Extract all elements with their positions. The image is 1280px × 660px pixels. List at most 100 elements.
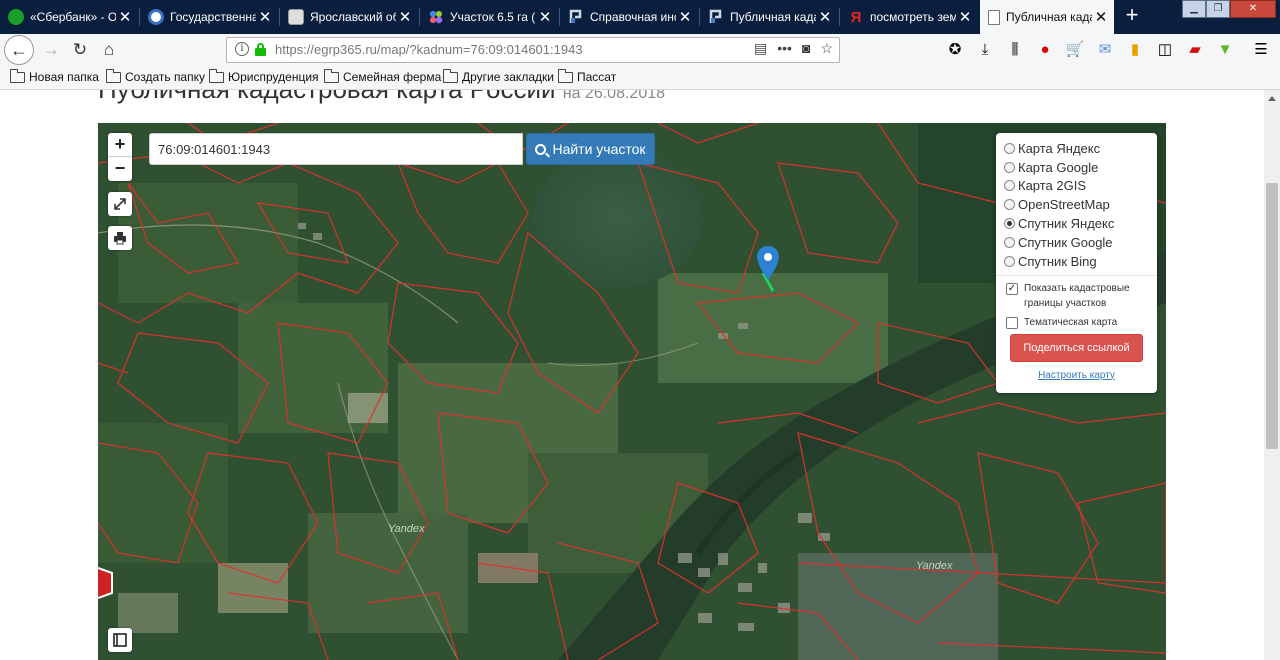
radio-button[interactable] — [1004, 236, 1015, 248]
tab-yandex-search[interactable]: Я посмотреть зем ✕ — [840, 3, 978, 31]
yandex-watermark: Yandex — [916, 560, 953, 572]
radio-button[interactable] — [1004, 180, 1015, 192]
checkbox-checked[interactable]: ✓ — [1006, 282, 1018, 295]
radio-button[interactable] — [1004, 255, 1015, 267]
document-icon — [988, 9, 1000, 25]
yandex-icon: Я — [850, 8, 862, 26]
folder-icon — [106, 68, 121, 83]
url-text[interactable]: https://egrp365.ru/map/?kadnum=76:09:014… — [275, 42, 583, 57]
checkbox[interactable] — [1006, 316, 1018, 329]
forward-arrow-icon[interactable]: → — [38, 38, 64, 62]
bookmark-flag-icon[interactable]: ▮ — [1124, 38, 1146, 62]
layer-label: Карта Яндекс — [1018, 140, 1101, 156]
page-title-text: Публичная кадастровая карта России — [98, 90, 556, 104]
layer-switcher-panel: Карта Яндекс Карта Google Карта 2GIS Ope… — [996, 133, 1157, 393]
tab-title: Участок 6.5 га ( — [450, 10, 536, 24]
tab-sberbank[interactable]: «Сбербанк» - О ✕ — [0, 3, 138, 31]
legend-button[interactable] — [108, 628, 132, 652]
bookmark-label: Другие закладки — [462, 70, 554, 84]
tab-close-icon[interactable]: ✕ — [396, 8, 414, 26]
tab-title: Государственна — [170, 10, 256, 24]
radio-button[interactable] — [1004, 142, 1015, 154]
layer-option-google-satellite[interactable]: Спутник Google — [1004, 233, 1157, 252]
tab-reference[interactable]: Справочная инс ✕ — [560, 3, 698, 31]
library-star-icon[interactable]: ✪ — [944, 38, 966, 62]
new-tab-icon[interactable]: + — [1120, 4, 1144, 28]
find-plot-label: Найти участок — [552, 141, 646, 157]
tab-title: «Сбербанк» - О — [30, 10, 116, 24]
download-icon[interactable]: ⤓ — [974, 38, 996, 62]
page-scrollbar[interactable] — [1264, 90, 1280, 660]
fullscreen-button[interactable] — [108, 192, 132, 216]
cart-icon[interactable]: 🛒 — [1064, 38, 1086, 62]
sidebar-icon[interactable]: ◫ — [1154, 38, 1176, 62]
zoom-out-button[interactable]: − — [108, 157, 132, 181]
cadastral-map[interactable]: Yandex Yandex + − Найти участок Карта Ян… — [98, 123, 1166, 660]
reader-view-icon[interactable]: ▤ — [754, 40, 767, 57]
library-icon[interactable]: ⫼ — [1004, 38, 1026, 62]
page-date: на 26.08.2018 — [562, 90, 666, 102]
layer-option-google-map[interactable]: Карта Google — [1004, 158, 1157, 177]
location-marker-icon[interactable] — [757, 246, 779, 280]
tab-close-icon[interactable]: ✕ — [116, 8, 134, 26]
tab-close-icon[interactable]: ✕ — [956, 8, 974, 26]
tab-close-icon[interactable]: ✕ — [676, 8, 694, 26]
zoom-in-button[interactable]: + — [108, 133, 132, 157]
tab-close-icon[interactable]: ✕ — [1092, 8, 1110, 26]
bookmark-folder[interactable]: Создать папку — [106, 68, 205, 84]
bookmark-folder[interactable]: Семейная ферма — [324, 68, 441, 84]
download-helper-icon[interactable]: ▼ — [1214, 38, 1236, 62]
thematic-map-option[interactable]: Тематическая карта — [1004, 315, 1157, 330]
pocket-icon[interactable]: ◙ — [802, 40, 810, 57]
layer-option-openstreetmap[interactable]: OpenStreetMap — [1004, 195, 1157, 214]
layer-label: Карта 2GIS — [1018, 178, 1087, 194]
configure-map-link[interactable]: Настроить карту — [1004, 370, 1157, 381]
lock-icon — [255, 43, 266, 56]
tab-public-cadastral-1[interactable]: Публичная када ✕ — [700, 3, 838, 31]
layer-option-bing-satellite[interactable]: Спутник Bing — [1004, 252, 1157, 271]
window-close-icon[interactable]: ✕ — [1230, 0, 1276, 18]
page-actions-icon[interactable]: ••• — [777, 40, 792, 57]
address-bar[interactable]: i https://egrp365.ru/map/?kadnum=76:09:0… — [226, 37, 840, 63]
reload-icon[interactable]: ↻ — [67, 38, 93, 62]
tab-yaroslavl[interactable]: Ярославский об ✕ — [280, 3, 418, 31]
scroll-up-icon[interactable] — [1268, 96, 1276, 101]
expand-icon — [114, 198, 126, 210]
find-plot-button[interactable]: Найти участок — [526, 133, 655, 165]
layer-option-2gis-map[interactable]: Карта 2GIS — [1004, 177, 1157, 196]
tab-close-icon[interactable]: ✕ — [816, 8, 834, 26]
home-icon[interactable]: ⌂ — [96, 38, 122, 62]
share-link-button[interactable]: Поделиться ссылкой — [1010, 333, 1143, 362]
radio-button[interactable] — [1004, 161, 1015, 173]
extension-red-icon[interactable]: ● — [1034, 38, 1056, 62]
radio-button[interactable] — [1004, 199, 1015, 211]
show-boundaries-option[interactable]: ✓ Показать кадастровые границы участков — [1004, 281, 1157, 311]
note-extension-icon[interactable]: ▰ — [1184, 38, 1206, 62]
print-button[interactable] — [108, 226, 132, 250]
mail-icon[interactable]: ✉ — [1094, 38, 1116, 62]
folder-icon — [209, 68, 224, 83]
tab-gosuslugi[interactable]: Государственна ✕ — [140, 3, 278, 31]
bookmark-folder[interactable]: Юриспруденция — [209, 68, 319, 84]
tab-close-icon[interactable]: ✕ — [256, 8, 274, 26]
zoom-control: + − — [108, 133, 132, 181]
tab-title: посмотреть зем — [870, 10, 956, 24]
info-icon[interactable]: i — [235, 42, 249, 56]
back-arrow-icon[interactable]: ← — [4, 35, 34, 65]
bookmark-folder[interactable]: Пассат — [558, 68, 616, 84]
bookmark-folder[interactable]: Новая папка — [10, 68, 99, 84]
layer-option-yandex-satellite[interactable]: Спутник Яндекс — [1004, 214, 1157, 233]
tab-strip: «Сбербанк» - О ✕ Государственна ✕ Яросла… — [0, 0, 1280, 34]
tab-close-icon[interactable]: ✕ — [536, 8, 554, 26]
menu-icon[interactable]: ☰ — [1250, 38, 1272, 62]
restore-icon[interactable]: ❐ — [1206, 0, 1230, 18]
minimize-icon[interactable]: ▁ — [1182, 0, 1206, 18]
tab-public-cadastral-active[interactable]: Публичная када ✕ — [980, 0, 1114, 34]
radio-button-selected[interactable] — [1004, 218, 1015, 230]
layer-option-yandex-map[interactable]: Карта Яндекс — [1004, 139, 1157, 158]
bookmark-star-icon[interactable]: ☆ — [820, 40, 833, 57]
bookmark-folder[interactable]: Другие закладки — [443, 68, 554, 84]
cadastral-number-input[interactable] — [149, 133, 523, 165]
scroll-thumb[interactable] — [1266, 183, 1278, 449]
tab-avito[interactable]: Участок 6.5 га ( ✕ — [420, 3, 558, 31]
